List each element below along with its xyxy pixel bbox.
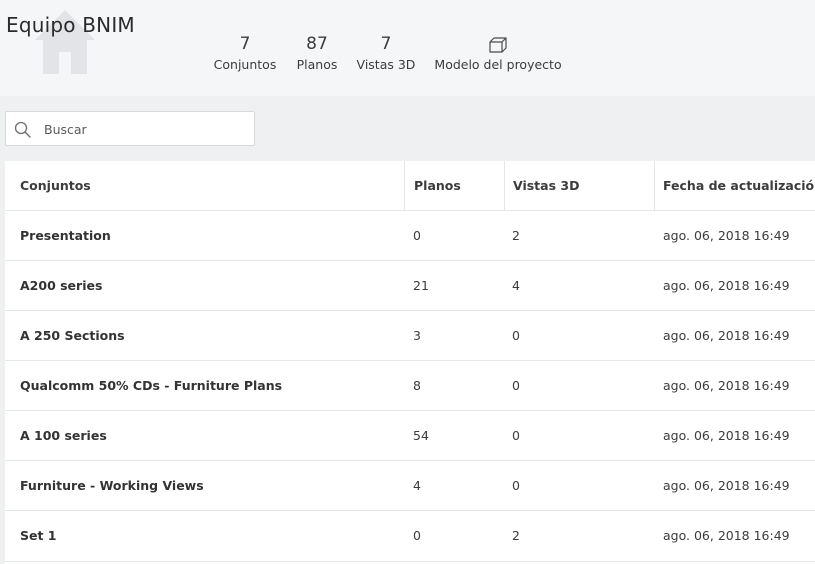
row-date: ago. 06, 2018 16:49: [663, 528, 790, 543]
column-header-sheets[interactable]: Planos: [404, 161, 504, 211]
stat-views-value: 7: [380, 34, 392, 54]
table-row[interactable]: Set 1 0 2 ago. 06, 2018 16:49: [5, 511, 815, 562]
stat-sets[interactable]: 7 Conjuntos: [212, 34, 278, 72]
row-views: 2: [512, 528, 520, 543]
row-name: Qualcomm 50% CDs - Furniture Plans: [20, 378, 283, 393]
row-views: 4: [512, 278, 520, 293]
table-row[interactable]: Furniture - Working Views 4 0 ago. 06, 2…: [5, 461, 815, 511]
row-sheets: 21: [413, 278, 429, 293]
row-name: Set 1: [20, 528, 57, 543]
stat-views[interactable]: 7 Vistas 3D: [355, 34, 417, 72]
row-date: ago. 06, 2018 16:49: [663, 378, 790, 393]
row-name: A200 series: [20, 278, 103, 293]
stat-sets-value: 7: [239, 34, 251, 54]
row-date: ago. 06, 2018 16:49: [663, 328, 790, 343]
row-views: 0: [512, 378, 520, 393]
row-date: ago. 06, 2018 16:49: [663, 428, 790, 443]
search-icon: [14, 121, 31, 138]
project-title: Equipo BNIM: [6, 13, 135, 37]
row-date: ago. 06, 2018 16:49: [663, 478, 790, 493]
table-header: Conjuntos Planos Vistas 3D Fecha de actu…: [5, 161, 815, 211]
row-views: 0: [512, 428, 520, 443]
table-row[interactable]: A 250 Sections 3 0 ago. 06, 2018 16:49: [5, 311, 815, 361]
row-name: Furniture - Working Views: [20, 478, 204, 493]
row-views: 0: [512, 478, 520, 493]
cube-icon: [489, 37, 507, 53]
row-views: 2: [512, 228, 520, 243]
stat-model-label: Modelo del proyecto: [434, 57, 562, 72]
stat-sets-label: Conjuntos: [213, 57, 277, 72]
stat-sheets[interactable]: 87 Planos: [294, 34, 340, 72]
row-date: ago. 06, 2018 16:49: [663, 278, 790, 293]
table-row[interactable]: A200 series 21 4 ago. 06, 2018 16:49: [5, 261, 815, 311]
stat-model[interactable]: Modelo del proyecto: [432, 34, 564, 72]
stat-views-label: Vistas 3D: [356, 57, 416, 72]
stat-sheets-value: 87: [306, 34, 328, 54]
row-sheets: 54: [413, 428, 429, 443]
stat-sheets-label: Planos: [296, 57, 338, 72]
row-name: A 250 Sections: [20, 328, 125, 343]
row-sheets: 0: [413, 528, 421, 543]
row-sheets: 8: [413, 378, 421, 393]
row-views: 0: [512, 328, 520, 343]
row-sheets: 0: [413, 228, 421, 243]
column-header-date-label: Fecha de actualización: [663, 178, 815, 193]
table-row[interactable]: Qualcomm 50% CDs - Furniture Plans 8 0 a…: [5, 361, 815, 411]
project-header: Equipo BNIM 7 Conjuntos 87 Planos 7 Vist…: [0, 0, 815, 96]
search-input[interactable]: [44, 118, 244, 140]
row-name: Presentation: [20, 228, 111, 243]
table-row[interactable]: A 100 series 54 0 ago. 06, 2018 16:49: [5, 411, 815, 461]
table-row[interactable]: Presentation 0 2 ago. 06, 2018 16:49: [5, 211, 815, 261]
row-name: A 100 series: [20, 428, 107, 443]
column-header-views[interactable]: Vistas 3D: [504, 161, 654, 211]
column-header-date[interactable]: Fecha de actualización: [654, 161, 815, 211]
row-sheets: 3: [413, 328, 421, 343]
search-box: [5, 111, 255, 146]
row-sheets: 4: [413, 478, 421, 493]
row-date: ago. 06, 2018 16:49: [663, 228, 790, 243]
sets-table: Conjuntos Planos Vistas 3D Fecha de actu…: [5, 161, 815, 564]
column-header-sets[interactable]: Conjuntos: [20, 161, 400, 211]
